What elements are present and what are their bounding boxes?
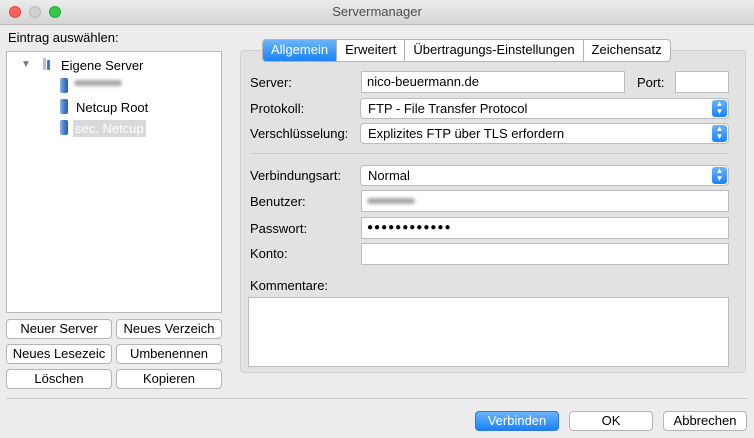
- new-server-button[interactable]: Neuer Server: [6, 319, 112, 339]
- connect-button[interactable]: Verbinden: [475, 411, 559, 431]
- delete-button[interactable]: Löschen: [6, 369, 112, 389]
- user-input[interactable]: [361, 190, 729, 212]
- password-label: Passwort:: [250, 221, 308, 236]
- new-folder-button[interactable]: Neues Verzeich: [116, 319, 222, 339]
- copy-button[interactable]: Kopieren: [116, 369, 222, 389]
- server-icon: [60, 78, 68, 93]
- port-input[interactable]: [675, 71, 729, 93]
- cancel-button[interactable]: Abbrechen: [663, 411, 747, 431]
- protocol-label: Protokoll:: [250, 101, 305, 116]
- new-bookmark-button[interactable]: Neues Lesezeic: [6, 344, 112, 364]
- ok-button[interactable]: OK: [569, 411, 653, 431]
- footer-divider: [6, 398, 748, 399]
- tab-general[interactable]: Allgemein: [263, 40, 337, 61]
- password-input[interactable]: ●●●●●●●●●●●●: [361, 217, 729, 239]
- tree-item-redacted[interactable]: [74, 80, 122, 86]
- logontype-label: Verbindungsart:: [250, 168, 342, 183]
- encryption-label: Verschlüsselung:: [250, 126, 349, 141]
- encryption-value: Explizites FTP über TLS erfordern: [368, 126, 565, 141]
- chevron-updown-icon: ▲ ▼: [712, 167, 727, 184]
- server-tree[interactable]: [6, 51, 222, 313]
- tree-item-netcup-root[interactable]: Netcup Root: [76, 100, 148, 115]
- comments-label: Kommentare:: [250, 278, 329, 293]
- tab-bar: Allgemein Erweitert Übertragungs-Einstel…: [262, 39, 671, 62]
- user-label: Benutzer:: [250, 194, 306, 209]
- tree-item-sec-netcup[interactable]: sec. Netcup: [73, 120, 146, 137]
- server-label: Server:: [250, 75, 292, 90]
- logontype-select[interactable]: Normal ▲ ▼: [360, 165, 729, 186]
- server-icon: [60, 120, 68, 135]
- server-input[interactable]: nico-beuermann.de: [361, 71, 625, 93]
- protocol-select[interactable]: FTP - File Transfer Protocol ▲ ▼: [360, 98, 729, 119]
- encryption-select[interactable]: Explizites FTP über TLS erfordern ▲ ▼: [360, 123, 729, 144]
- tab-advanced[interactable]: Erweitert: [336, 40, 404, 61]
- tab-transfer-settings[interactable]: Übertragungs-Einstellungen: [404, 40, 582, 61]
- select-entry-heading: Eintrag auswählen:: [8, 30, 119, 45]
- tab-charset[interactable]: Zeichensatz: [582, 40, 670, 61]
- comments-textarea[interactable]: [248, 297, 729, 367]
- account-input[interactable]: [361, 243, 729, 265]
- redacted-label: [74, 80, 122, 86]
- rename-button[interactable]: Umbenennen: [116, 344, 222, 364]
- protocol-value: FTP - File Transfer Protocol: [368, 101, 528, 116]
- account-label: Konto:: [250, 246, 288, 261]
- chevron-updown-icon: ▲ ▼: [712, 125, 727, 142]
- logontype-value: Normal: [368, 168, 410, 183]
- section-divider: [250, 153, 729, 154]
- server-folder-icon: [43, 58, 50, 70]
- redacted-user: [367, 198, 415, 204]
- port-label: Port:: [637, 75, 665, 90]
- window-title: Servermanager: [332, 4, 422, 19]
- server-icon: [60, 99, 68, 114]
- chevron-updown-icon: ▲ ▼: [712, 100, 727, 117]
- tree-root-label[interactable]: Eigene Server: [61, 58, 143, 73]
- disclosure-triangle-icon[interactable]: ▼: [21, 59, 31, 70]
